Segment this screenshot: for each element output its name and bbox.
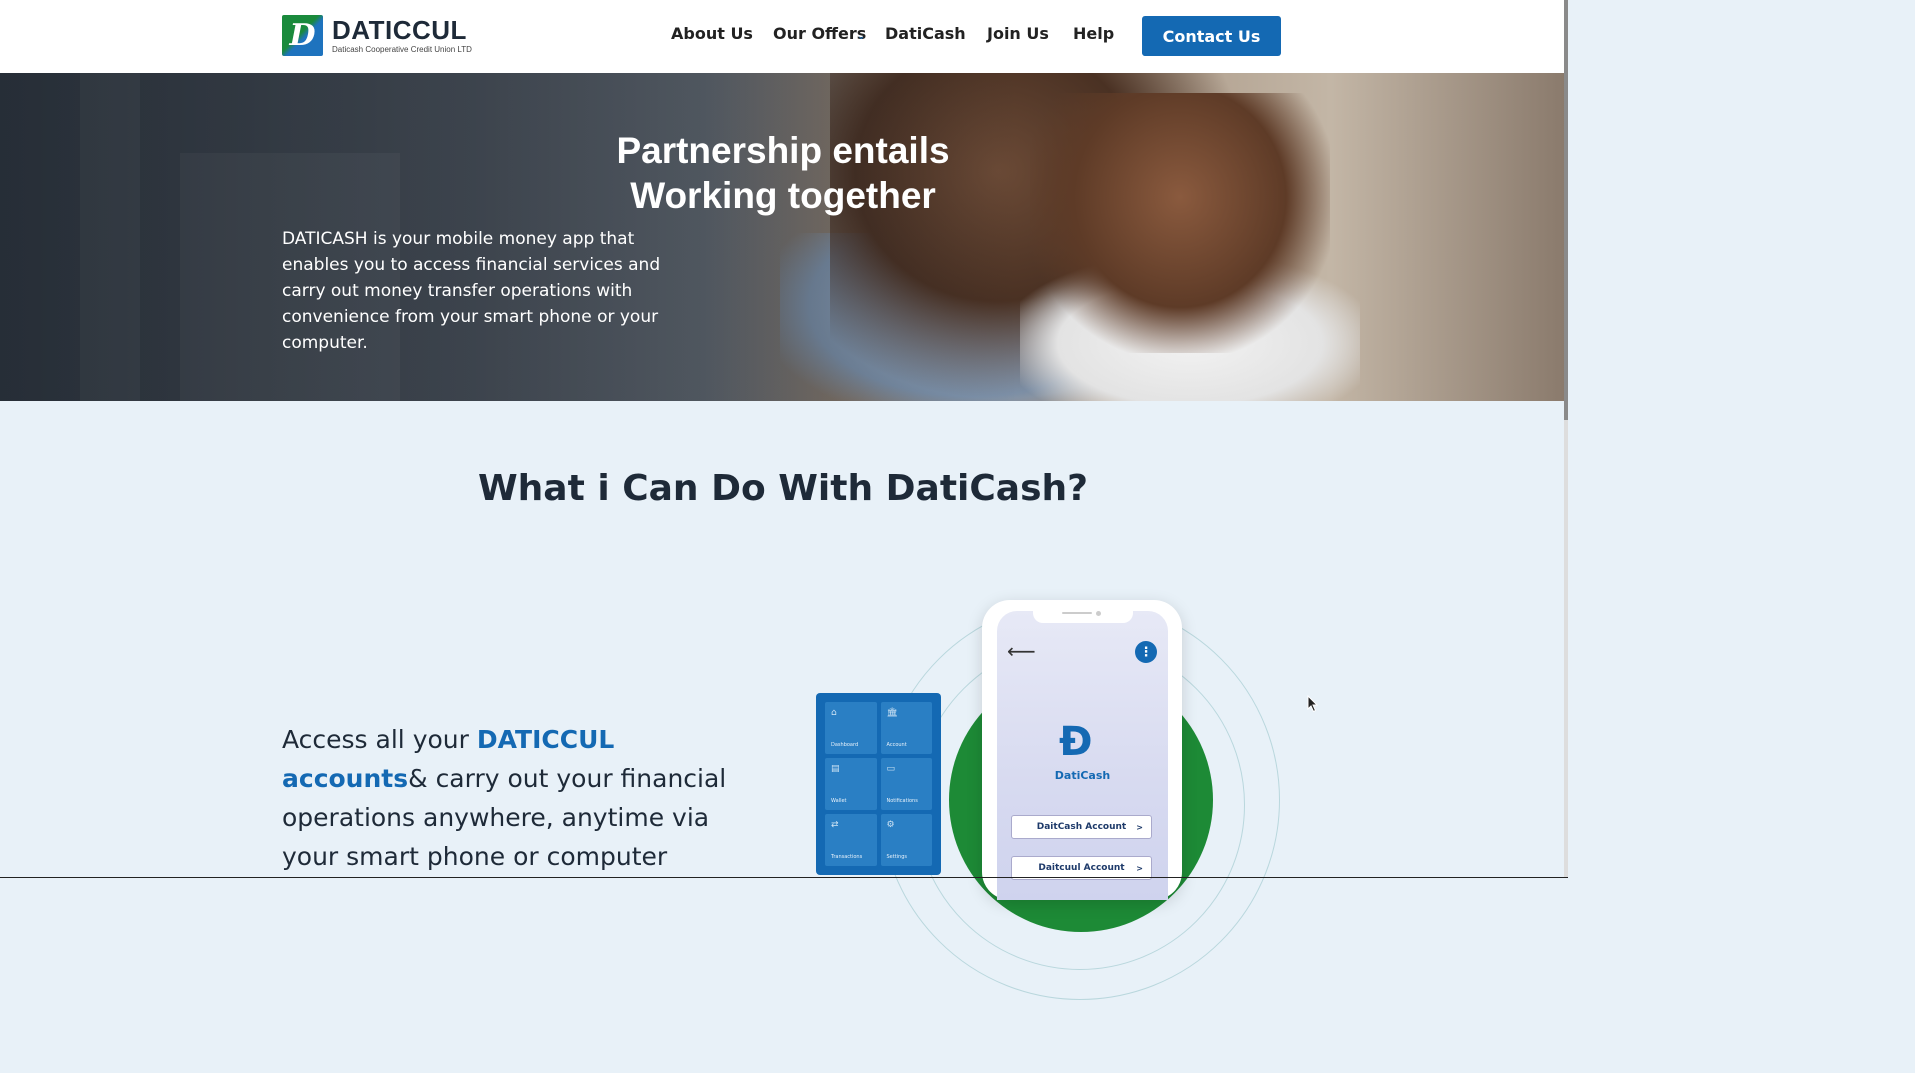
contact-us-button[interactable]: Contact Us bbox=[1142, 16, 1281, 56]
hero-title: Partnership entails Working together bbox=[616, 130, 950, 216]
tile-transactions: ⇄ Transactions bbox=[825, 814, 877, 866]
tile-account: 🏛 Account bbox=[880, 702, 932, 754]
tile-wallet: ▤ Wallet bbox=[825, 758, 877, 810]
back-arrow-icon: ⟵ bbox=[1007, 639, 1036, 663]
nav-about-us[interactable]: About Us bbox=[671, 24, 753, 43]
mouse-cursor-icon bbox=[1307, 695, 1319, 713]
chevron-down-icon: ⌄ bbox=[857, 31, 866, 42]
chevron-right-icon: > bbox=[1136, 863, 1143, 873]
nav-join-us[interactable]: Join Us bbox=[987, 24, 1049, 43]
phone-illustration: ⟵ ⋮ Đ DatiCash DaitCash Account > Daitcu… bbox=[982, 600, 1182, 900]
daticash-logo-icon: Đ bbox=[1059, 719, 1093, 765]
nav-our-offers[interactable]: Our Offers bbox=[773, 24, 866, 43]
more-options-icon: ⋮ bbox=[1135, 641, 1157, 663]
daticash-account-button: DaitCash Account > bbox=[1011, 815, 1152, 839]
tile-notifications: ▭ Notifications bbox=[880, 758, 932, 810]
hero-banner: Partnership entails Working together DAT… bbox=[0, 73, 1566, 401]
site-header: D DATICCUL Daticash Cooperative Credit U… bbox=[0, 0, 1568, 73]
scrollbar-thumb[interactable] bbox=[1564, 0, 1568, 420]
tile-settings: ⚙ Settings bbox=[880, 814, 932, 866]
nav-help[interactable]: Help bbox=[1073, 24, 1114, 43]
phone-screen: ⟵ ⋮ Đ DatiCash DaitCash Account > Daitcu… bbox=[997, 611, 1168, 900]
app-name: DatiCash bbox=[1054, 769, 1111, 782]
access-description: Access all your DATICCUL accounts& carry… bbox=[282, 725, 727, 871]
logo-title: DATICCUL bbox=[332, 15, 467, 45]
logo-mark-icon: D bbox=[282, 15, 323, 56]
transfer-icon: ⇄ bbox=[831, 820, 839, 830]
bell-icon: ▭ bbox=[886, 764, 896, 774]
settings-icon: ⚙ bbox=[886, 820, 895, 830]
tile-dashboard: ⌂ Dashboard bbox=[825, 702, 877, 754]
page-scrollbar[interactable] bbox=[1564, 0, 1568, 878]
wallet-icon: ▤ bbox=[831, 764, 840, 774]
nav-daticash[interactable]: DatiCash bbox=[885, 24, 966, 43]
chevron-right-icon: > bbox=[1136, 822, 1143, 832]
home-icon: ⌂ bbox=[831, 708, 837, 718]
tablet-illustration: ⌂ Dashboard 🏛 Account ▤ Wallet ▭ Notific… bbox=[816, 693, 941, 875]
phone-notch bbox=[1033, 611, 1133, 623]
hero-description: DATICASH is your mobile money app that e… bbox=[282, 229, 661, 353]
logo-subtitle: Daticash Cooperative Credit Union LTD bbox=[332, 45, 472, 54]
bank-icon: 🏛 bbox=[886, 708, 898, 718]
site-logo[interactable]: D DATICCUL Daticash Cooperative Credit U… bbox=[282, 15, 472, 56]
section-title: What i Can Do With DatiCash? bbox=[477, 468, 1089, 509]
